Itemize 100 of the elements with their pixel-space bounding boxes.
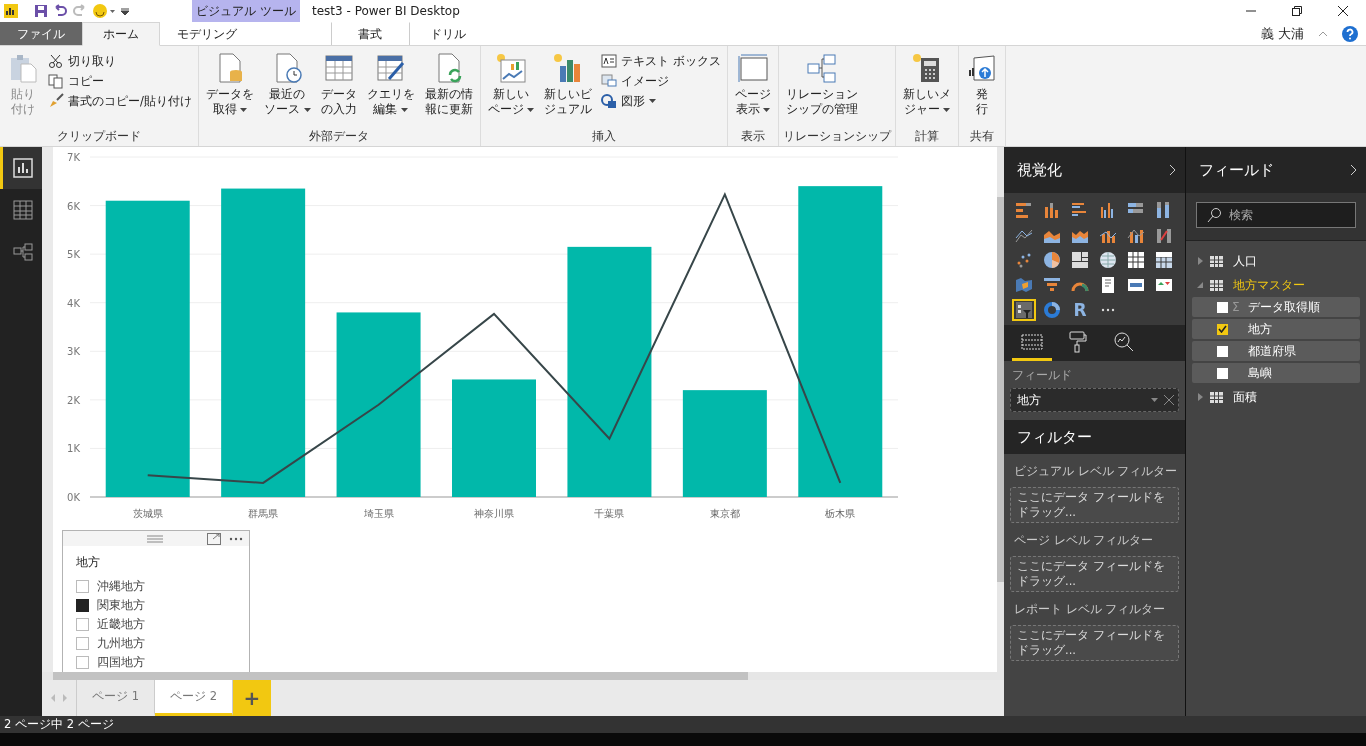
- search-field[interactable]: 検索: [1196, 202, 1356, 228]
- checkbox[interactable]: [1217, 345, 1228, 357]
- ribbon-button[interactable]: データを 取得: [202, 50, 257, 128]
- smiley-icon[interactable]: [92, 3, 116, 19]
- axis-label: 0K: [67, 492, 80, 503]
- app-logo-icon: [4, 4, 18, 18]
- ribbon-button[interactable]: テキスト ボックス: [599, 52, 723, 70]
- restore-icon[interactable]: [1292, 6, 1302, 16]
- slicer-item-label[interactable]: 九州地方: [97, 635, 145, 652]
- checkbox[interactable]: [76, 580, 89, 593]
- status-text: 2 ページ中 2 ページ: [0, 716, 1366, 733]
- horizontal-scrollbar[interactable]: [42, 672, 1004, 680]
- group-label: 表示: [739, 128, 766, 145]
- slicer-item-label[interactable]: 四国地方: [97, 654, 145, 671]
- checkbox[interactable]: [76, 656, 89, 669]
- field-item[interactable]: 都道府県: [1192, 341, 1360, 361]
- ribbon-tab[interactable]: ファイル: [0, 22, 82, 45]
- collapse-icon[interactable]: [1197, 281, 1204, 289]
- chart-page-icon: [494, 52, 527, 84]
- axis-label: 6K: [67, 200, 80, 212]
- axis-label: 1K: [67, 443, 80, 455]
- text-box-icon: [601, 53, 618, 69]
- window-title: test3 - Power BI Desktop: [312, 4, 460, 18]
- page-frame-icon: [736, 52, 769, 84]
- table-icon: [12, 200, 33, 220]
- close-icon[interactable]: [1338, 6, 1348, 16]
- ribbon-button[interactable]: 発 行: [962, 50, 1001, 128]
- ribbon-button[interactable]: コピー: [46, 72, 194, 90]
- expand-icon[interactable]: [1169, 164, 1177, 176]
- brush-icon: [48, 93, 64, 109]
- copy-icon: [48, 73, 64, 89]
- drag-handle-icon[interactable]: [147, 535, 163, 543]
- ribbon-button[interactable]: ページ 表示: [731, 50, 774, 128]
- remove-icon[interactable]: [1164, 395, 1174, 405]
- slicer-item-label[interactable]: 沖縄地方: [97, 578, 145, 595]
- ribbon-button[interactable]: 新しい ページ: [484, 50, 538, 128]
- search-icon: [1206, 207, 1222, 223]
- context-tab-header: ビジュアル ツール: [192, 0, 300, 22]
- checkbox[interactable]: [1217, 367, 1228, 379]
- axis-label: 4K: [67, 297, 80, 309]
- r-visual-button[interactable]: R: [1068, 299, 1092, 321]
- caret-icon: [1151, 397, 1158, 403]
- axis-label: 茨城県: [132, 508, 163, 519]
- filter-section-label: レポート レベル フィルター: [1013, 601, 1167, 618]
- field-well[interactable]: 地方: [1010, 388, 1179, 412]
- customize-menu-icon[interactable]: [120, 5, 130, 17]
- ribbon-button[interactable]: データ の入力: [317, 50, 360, 128]
- checkbox[interactable]: [1217, 323, 1228, 335]
- more-icon[interactable]: [229, 536, 243, 541]
- axis-label: 栃木県: [825, 508, 856, 519]
- ribbon-button[interactable]: 最新の情 報に更新: [421, 50, 476, 128]
- ribbon-button[interactable]: 新しいメ ジャー: [899, 50, 954, 128]
- checkbox[interactable]: [1217, 301, 1228, 313]
- group-label: 外部データ: [308, 128, 371, 145]
- field-name: データ取得順: [1248, 298, 1320, 316]
- table-icon: [1210, 391, 1223, 403]
- checkbox[interactable]: [76, 637, 89, 650]
- checkbox[interactable]: [76, 599, 89, 612]
- field-item[interactable]: 地方: [1192, 319, 1360, 339]
- ribbon-button[interactable]: 最近の ソース: [260, 50, 314, 128]
- slicer-item-label[interactable]: 近畿地方: [97, 616, 145, 633]
- undo-icon[interactable]: [52, 4, 68, 18]
- ribbon-button[interactable]: 図形: [599, 92, 723, 110]
- expand-icon[interactable]: [1350, 164, 1358, 176]
- table-name[interactable]: 面積: [1233, 388, 1257, 406]
- sum-symbol: Σ: [1232, 300, 1241, 314]
- report-view-button[interactable]: [0, 147, 42, 189]
- checkbox[interactable]: [76, 618, 89, 631]
- focus-mode-icon[interactable]: [207, 532, 221, 545]
- ribbon-button[interactable]: 書式のコピー/貼り付け: [46, 92, 194, 110]
- shapes-icon: [601, 93, 618, 109]
- field-item[interactable]: 島嶼: [1192, 363, 1360, 383]
- ribbon-button[interactable]: リレーション シップの管理: [782, 50, 861, 128]
- drop-zone[interactable]: ここにデータ フィールドをドラッグ...: [1010, 487, 1179, 523]
- diagram-icon: [12, 242, 33, 262]
- slicer-item-label[interactable]: 関東地方: [97, 597, 145, 614]
- filter-section-label: ページ レベル フィルター: [1013, 532, 1155, 549]
- ribbon-button[interactable]: イメージ: [599, 72, 723, 90]
- field-item[interactable]: Σ データ取得順: [1192, 297, 1360, 317]
- page-tab[interactable]: ページ 2: [155, 680, 233, 716]
- table-name[interactable]: 人口: [1233, 252, 1257, 270]
- table-name[interactable]: 地方マスター: [1233, 276, 1305, 294]
- ribbon-tab[interactable]: ホーム: [82, 22, 160, 46]
- ribbon-button[interactable]: 切り取り: [46, 52, 194, 70]
- axis-label: 群馬県: [248, 508, 279, 519]
- slicer-icon[interactable]: [1012, 299, 1036, 321]
- field-name: 地方: [1248, 320, 1272, 338]
- help-icon[interactable]: [1342, 25, 1358, 42]
- axis-label: 神奈川県: [474, 508, 514, 519]
- axis-label: 東京都: [709, 508, 740, 519]
- save-icon[interactable]: [34, 4, 48, 18]
- bar-chart-icon: [12, 158, 33, 178]
- vertical-scrollbar[interactable]: [997, 147, 1004, 672]
- collapse-ribbon-icon[interactable]: [1318, 30, 1328, 37]
- add-page-button[interactable]: +: [233, 680, 271, 716]
- ribbon-button[interactable]: クエリを 編集: [363, 50, 418, 128]
- table-icon: [1210, 279, 1223, 291]
- ribbon-button[interactable]: 新しいビ ジュアル: [541, 50, 596, 128]
- drop-zone[interactable]: ここにデータ フィールドをドラッグ...: [1010, 556, 1179, 592]
- drop-zone[interactable]: ここにデータ フィールドをドラッグ...: [1010, 625, 1179, 661]
